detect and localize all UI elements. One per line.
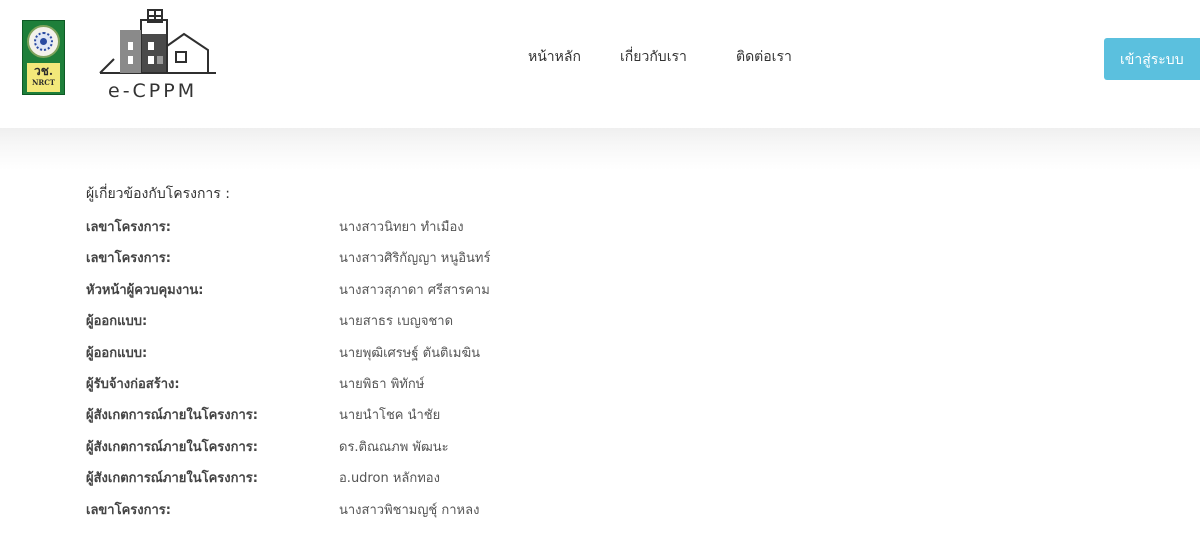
person-role: หัวหน้าผู้ควบคุมงาน: xyxy=(86,282,204,298)
person-row: ผู้ออกแบบ: นายสาธร เบญจชาด xyxy=(86,311,490,342)
person-row: ผู้ออกแบบ: นายพุฒิเศรษฐ์ ตันติเมฆิน xyxy=(86,343,490,374)
person-name: ดร.ติณณภพ พัฒนะ xyxy=(339,439,449,455)
person-role: เลขาโครงการ: xyxy=(86,502,171,518)
person-name: นางสาวพิชามญชุ์ กาหลง xyxy=(339,502,480,518)
person-row: เลขาโครงการ: นางสาวศิริกัญญา หนูอินทร์ xyxy=(86,248,490,279)
login-button[interactable]: เข้าสู่ระบบ xyxy=(1104,38,1200,80)
nrct-seal-icon xyxy=(27,25,60,58)
site-header: วช. NRCT e-CPPM หน้าหลัก เกี่ยวกับเรา ติ… xyxy=(0,0,1200,132)
nrct-logo[interactable]: วช. NRCT xyxy=(22,20,65,95)
person-row: เลขาโครงการ: นางสาวพิชามญชุ์ กาหลง xyxy=(86,500,490,531)
section-title: ผู้เกี่ยวข้องกับโครงการ : xyxy=(86,186,230,202)
person-role: ผู้สังเกตการณ์ภายในโครงการ: xyxy=(86,471,258,487)
person-role: ผู้ออกแบบ: xyxy=(86,314,148,330)
person-name: อ.udron หลักทอง xyxy=(339,471,440,487)
person-role: ผู้รับจ้างก่อสร้าง: xyxy=(86,376,180,392)
person-row: ผู้สังเกตการณ์ภายในโครงการ: ดร.ติณณภพ พั… xyxy=(86,437,490,468)
nav-home-link[interactable]: หน้าหลัก xyxy=(528,46,581,68)
ecppm-logo-text: e-CPPM xyxy=(108,80,198,102)
nrct-logo-english-text: NRCT xyxy=(32,78,55,87)
person-name: นายสาธร เบญจชาด xyxy=(339,314,454,330)
person-row: หัวหน้าผู้ควบคุมงาน: นางสาวสุภาดา ศรีสาร… xyxy=(86,280,490,311)
person-row: ผู้สังเกตการณ์ภายในโครงการ: อ.udron หลัก… xyxy=(86,468,490,499)
person-name: นางสาวศิริกัญญา หนูอินทร์ xyxy=(339,251,491,267)
nrct-logo-plate: วช. NRCT xyxy=(27,63,60,92)
person-row: ผู้สังเกตการณ์ภายในโครงการ: นายนำโชค นำช… xyxy=(86,405,490,436)
person-name: นางสาวนิทยา ทำเมือง xyxy=(339,220,464,235)
person-role: เลขาโครงการ: xyxy=(86,251,171,267)
project-people-list: เลขาโครงการ: นางสาวนิทยา ทำเมือง เลขาโคร… xyxy=(86,217,490,531)
person-name: นายนำโชค นำชัย xyxy=(339,408,441,424)
person-role: เลขาโครงการ: xyxy=(86,220,171,235)
person-name: นายพุฒิเศรษฐ์ ตันติเมฆิน xyxy=(339,345,480,361)
header-shadow xyxy=(0,128,1200,170)
person-role: ผู้สังเกตการณ์ภายในโครงการ: xyxy=(86,439,258,455)
nav-contact-link[interactable]: ติดต่อเรา xyxy=(736,46,792,68)
person-row: ผู้รับจ้างก่อสร้าง: นายพิธา พิทักษ์ xyxy=(86,374,490,405)
nrct-logo-thai-text: วช. xyxy=(33,64,54,78)
nav-about-link[interactable]: เกี่ยวกับเรา xyxy=(620,46,687,68)
person-row: เลขาโครงการ: นางสาวนิทยา ทำเมือง xyxy=(86,217,490,248)
person-name: นายพิธา พิทักษ์ xyxy=(339,376,425,392)
person-role: ผู้สังเกตการณ์ภายในโครงการ: xyxy=(86,408,258,424)
person-name: นางสาวสุภาดา ศรีสารคาม xyxy=(339,282,490,298)
person-role: ผู้ออกแบบ: xyxy=(86,345,148,361)
